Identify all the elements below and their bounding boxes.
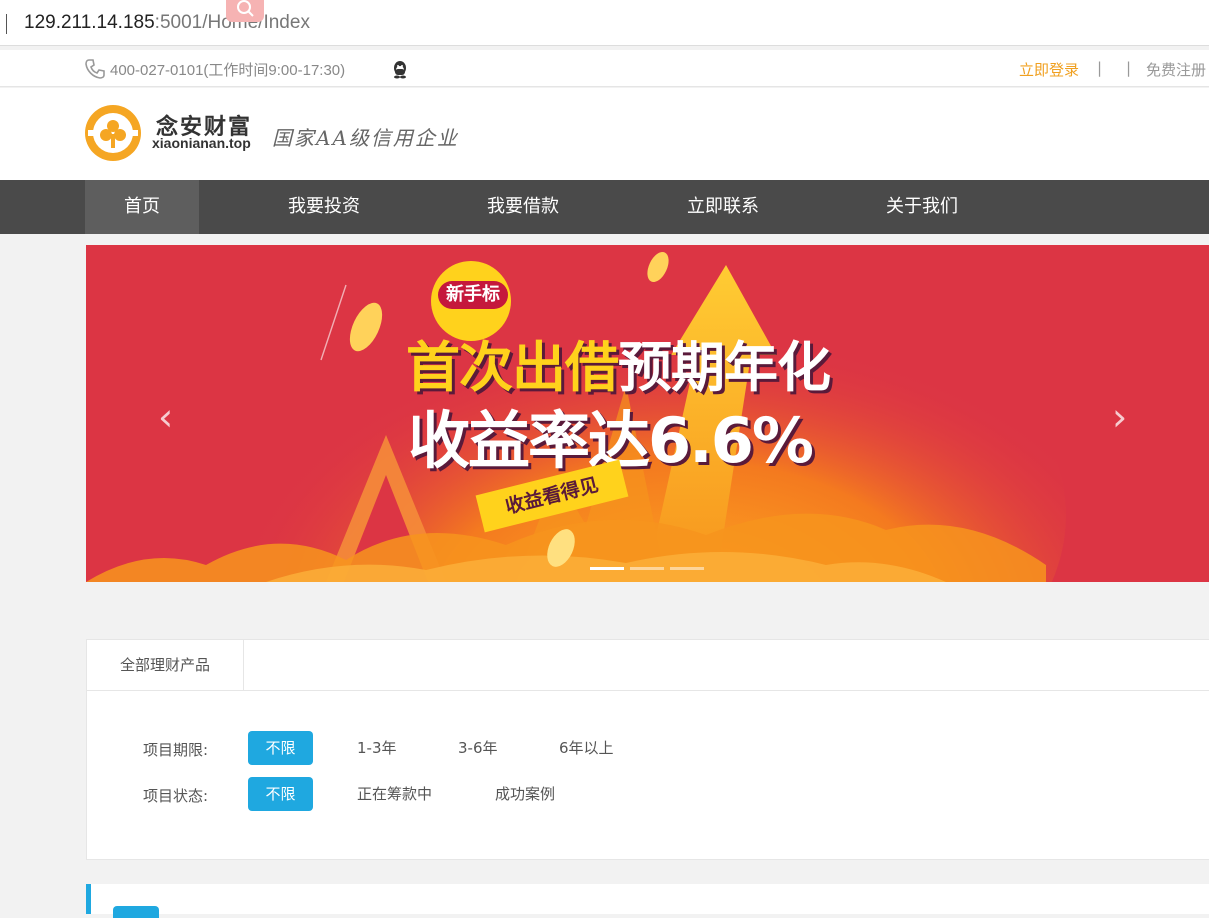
tab-all-products[interactable]: 全部理财产品 [87, 640, 244, 690]
term-filter-label: 项目期限: [143, 741, 209, 759]
nav-item-home[interactable]: 首页 [85, 180, 199, 234]
term-option-1-3[interactable]: 1-3年 [357, 731, 397, 765]
phone-icon [84, 58, 106, 84]
status-option-success-cases[interactable]: 成功案例 [495, 777, 555, 811]
url-host: 129.211.14.185 [24, 12, 155, 33]
nav-item-about[interactable]: 关于我们 [866, 180, 978, 234]
product-filter-panel: 全部理财产品 项目期限: 不限 1-3年 3-6年 6年以上 项目状态: 不限 … [86, 639, 1209, 860]
carousel-next-arrow-icon[interactable]: › [1112, 395, 1127, 439]
hotline-text: 400-027-0101(工作时间9:00-17:30) [110, 62, 346, 79]
nav-item-contact[interactable]: 立即联系 [667, 180, 779, 234]
term-option-6plus[interactable]: 6年以上 [559, 731, 614, 765]
brand-slogan: 国家AA级信用企业 [272, 126, 459, 150]
register-link[interactable]: 免费注册 [1146, 59, 1206, 80]
carousel-indicators [590, 567, 710, 582]
tab-divider [87, 690, 1209, 691]
main-nav: 首页 我要投资 我要借款 立即联系 关于我们 [0, 180, 1209, 234]
newbie-badge: 新手标 [438, 281, 508, 309]
carousel-prev-arrow-icon[interactable]: ‹ [158, 395, 173, 439]
zoom-icon[interactable] [226, 0, 264, 22]
separator: | [1126, 59, 1132, 77]
top-info-bar: 400-027-0101(工作时间9:00-17:30) 立即登录 | | 免费… [0, 50, 1209, 87]
status-filter-label: 项目状态: [143, 787, 209, 805]
nav-item-borrow[interactable]: 我要借款 [467, 180, 579, 234]
status-option-any[interactable]: 不限 [248, 777, 313, 811]
browser-address-bar[interactable]: 129.211.14.185:5001/Home/Index [0, 0, 1209, 46]
brand-domain: xiaonianan.top [152, 135, 251, 151]
logo-icon[interactable] [84, 104, 144, 166]
qq-icon[interactable] [389, 58, 411, 84]
separator: | [1097, 59, 1103, 77]
list-tag [113, 906, 159, 918]
term-option-3-6[interactable]: 3-6年 [458, 731, 498, 765]
carousel-dot[interactable] [670, 567, 704, 570]
carousel-dot[interactable] [630, 567, 664, 570]
carousel-dot[interactable] [590, 567, 624, 570]
promo-banner-carousel[interactable]: 新手标 首次出借预期年化 收益率达6.6% 收益看得见 ‹ › [86, 245, 1209, 582]
url-text[interactable]: 129.211.14.185:5001/Home/Index [24, 12, 310, 34]
login-link[interactable]: 立即登录 [1019, 59, 1079, 80]
status-option-fundraising[interactable]: 正在筹款中 [357, 777, 432, 811]
term-option-any[interactable]: 不限 [248, 731, 313, 765]
nav-item-invest[interactable]: 我要投资 [268, 180, 380, 234]
text-caret [6, 14, 7, 34]
